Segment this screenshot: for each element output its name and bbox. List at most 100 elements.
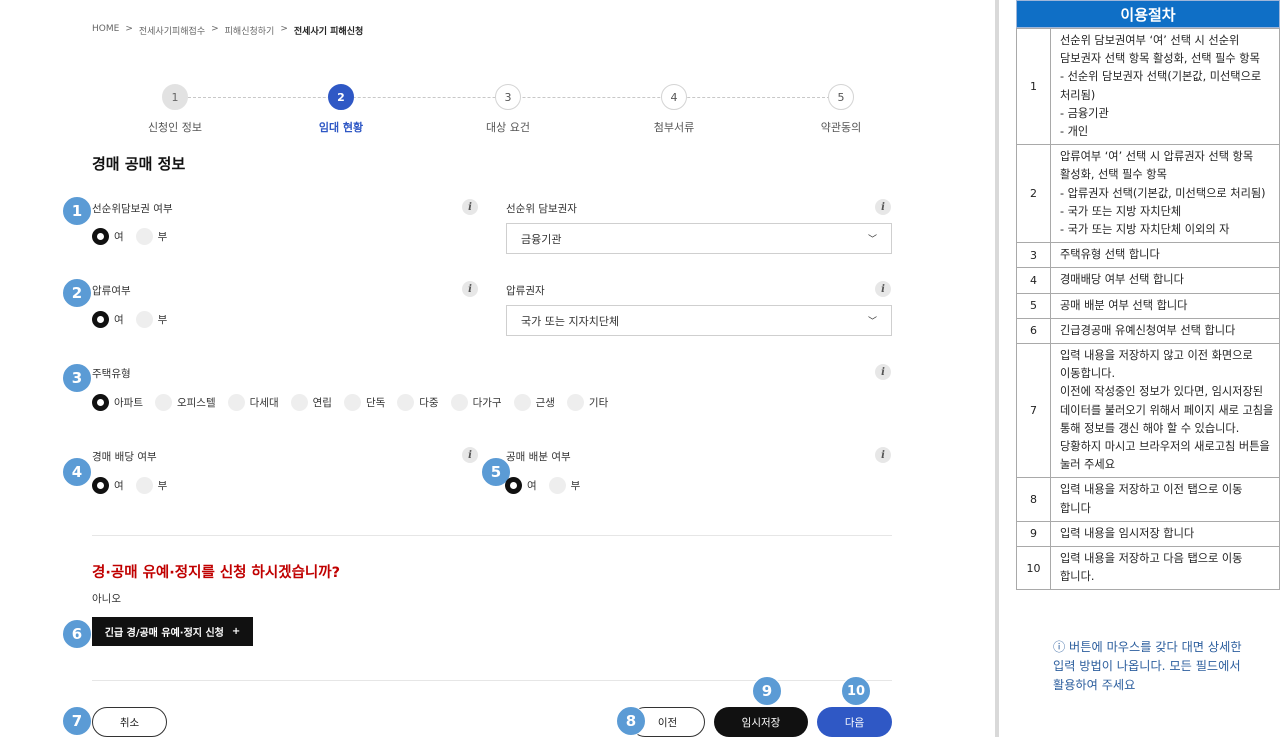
section-title: 경매 공매 정보	[92, 155, 186, 173]
step-2-circle[interactable]: 2	[328, 84, 354, 110]
step-badge-10: 10	[841, 676, 871, 706]
radio-checked-icon	[505, 477, 522, 494]
radio-label: 여	[114, 231, 124, 243]
chevron-down-icon: ﹀	[867, 317, 877, 327]
housing-officetel-radio[interactable]: 오피스텔	[154, 394, 216, 411]
senior-collateral-yes-radio[interactable]: 여	[92, 228, 124, 245]
radio-label: 여	[527, 480, 537, 492]
info-icon[interactable]: i	[462, 447, 478, 463]
radio-label: 부	[157, 231, 168, 243]
procedure-row-number: 10	[1016, 546, 1051, 591]
step-4-circle[interactable]: 4	[661, 84, 687, 110]
info-icon[interactable]: i	[875, 364, 891, 380]
seizure-yes-radio[interactable]: 여	[92, 311, 124, 328]
public-dividend-radio-group: 여 부	[505, 477, 592, 494]
info-icon[interactable]: i	[875, 447, 891, 463]
info-icon[interactable]: i	[462, 199, 478, 215]
breadcrumb-fraud-intake[interactable]: 전세사기피해접수	[139, 24, 205, 37]
step-3-circle[interactable]: 3	[495, 84, 521, 110]
suspension-question: 경·공매 유예·정지를 신청 하시겠습니까?	[92, 565, 341, 581]
step-badge-6: 6	[62, 619, 92, 649]
procedure-row-number: 8	[1016, 477, 1051, 522]
breadcrumb-separator: >	[125, 24, 133, 34]
public-dividend-no-radio[interactable]: 부	[548, 477, 580, 494]
senior-collateral-radio-group: 여 부	[92, 228, 179, 245]
housing-multi-unit-radio[interactable]: 다중	[397, 394, 439, 411]
cancel-button[interactable]: 취소	[92, 707, 167, 737]
procedure-row-text: 공매 배분 여부 선택 합니다	[1050, 292, 1280, 319]
senior-creditor-select[interactable]: 금융기관 ﹀	[506, 223, 892, 254]
procedure-row-number: 1	[1016, 27, 1051, 146]
radio-checked-icon	[92, 394, 109, 411]
radio-unchecked-icon	[135, 311, 153, 328]
housing-multiplex-radio[interactable]: 다세대	[227, 394, 279, 411]
procedure-panel: 이용절차 1 선순위 담보권여부 ‘여’ 선택 시 선순위 담보권자 선택 항목 …	[1016, 0, 1280, 591]
urgent-suspension-label: 긴급 경/공매 유예·정지 신청	[104, 628, 224, 639]
housing-type-radio-group: 아파트 오피스텔 다세대 연립 단독 다중 다가구 근생 기타	[92, 394, 620, 411]
senior-collateral-no-radio[interactable]: 부	[135, 228, 168, 245]
breadcrumb-home[interactable]: HOME	[92, 24, 119, 37]
procedure-row-number: 4	[1016, 267, 1051, 294]
procedure-row-number: 3	[1016, 242, 1051, 269]
public-dividend-label: 공매 배분 여부	[506, 451, 571, 463]
procedure-row: 3 주택유형 선택 합니다	[1016, 242, 1280, 269]
housing-rowhouse-radio[interactable]: 연립	[290, 394, 332, 411]
divider	[92, 535, 892, 536]
step-3-label: 대상 요건	[486, 121, 530, 134]
radio-label: 다가구	[472, 397, 502, 409]
procedure-row-number: 5	[1016, 292, 1051, 319]
auction-dividend-yes-radio[interactable]: 여	[92, 477, 124, 494]
select-value: 금융기관	[521, 232, 562, 246]
step-badge-2: 2	[62, 278, 92, 308]
public-dividend-yes-radio[interactable]: 여	[505, 477, 537, 494]
step-badge-1: 1	[62, 196, 92, 226]
step-5-label: 약관동의	[820, 121, 862, 134]
step-badge-9: 9	[752, 676, 782, 706]
procedure-row-number: 7	[1016, 343, 1051, 479]
auction-dividend-radio-group: 여 부	[92, 477, 179, 494]
procedure-row-number: 6	[1016, 317, 1051, 345]
procedure-row-text: 주택유형 선택 합니다	[1050, 242, 1280, 269]
housing-type-label: 주택유형	[92, 368, 131, 380]
radio-label: 기타	[588, 397, 609, 409]
radio-label: 부	[157, 480, 168, 492]
panel-divider	[995, 0, 999, 737]
info-icon[interactable]: i	[875, 199, 891, 215]
housing-apartment-radio[interactable]: 아파트	[92, 394, 143, 411]
radio-label: 근생	[535, 397, 555, 409]
info-icon[interactable]: i	[462, 281, 478, 297]
step-1-label: 신청인 정보	[147, 121, 203, 134]
procedure-row: 8 입력 내용을 저장하고 이전 탭으로 이동 합니다	[1016, 477, 1280, 522]
procedure-row-text: 입력 내용을 저장하고 다음 탭으로 이동 합니다.	[1050, 546, 1280, 591]
housing-neighborhood-radio[interactable]: 근생	[513, 394, 555, 411]
chevron-down-icon: ﹀	[867, 235, 877, 245]
next-button[interactable]: 다음	[817, 707, 892, 737]
radio-unchecked-icon	[135, 228, 153, 245]
step-5-circle[interactable]: 5	[828, 84, 854, 110]
select-value: 국가 또는 지자치단체	[521, 314, 620, 328]
radio-unchecked-icon	[135, 477, 153, 494]
housing-other-radio[interactable]: 기타	[566, 394, 609, 411]
temp-save-button[interactable]: 임시저장	[714, 707, 808, 737]
breadcrumb-current: 전세사기 피해신청	[293, 27, 364, 37]
procedure-row-text: 입력 내용을 저장하지 않고 이전 화면으로 이동합니다. 이전에 작성중인 정…	[1050, 343, 1280, 479]
radio-label: 여	[114, 480, 124, 492]
auction-dividend-no-radio[interactable]: 부	[135, 477, 168, 494]
urgent-suspension-button[interactable]: 긴급 경/공매 유예·정지 신청 +	[92, 617, 253, 646]
housing-detached-radio[interactable]: 단독	[343, 394, 385, 411]
step-1-circle[interactable]: 1	[162, 84, 188, 110]
step-badge-3: 3	[62, 363, 92, 393]
seizure-holder-select[interactable]: 국가 또는 지자치단체 ﹀	[506, 305, 892, 336]
breadcrumb-apply[interactable]: 피해신청하기	[225, 24, 275, 37]
plus-icon: +	[231, 626, 241, 637]
radio-label: 아파트	[114, 397, 143, 409]
radio-unchecked-icon	[566, 394, 584, 411]
radio-label: 부	[157, 314, 168, 326]
info-icon[interactable]: i	[875, 281, 891, 297]
step-badge-4: 4	[62, 457, 92, 487]
housing-multi-household-radio[interactable]: 다가구	[450, 394, 502, 411]
procedure-title: 이용절차	[1016, 0, 1280, 28]
senior-collateral-label: 선순위담보권 여부	[92, 203, 173, 215]
seizure-no-radio[interactable]: 부	[135, 311, 168, 328]
radio-label: 연립	[312, 397, 332, 409]
